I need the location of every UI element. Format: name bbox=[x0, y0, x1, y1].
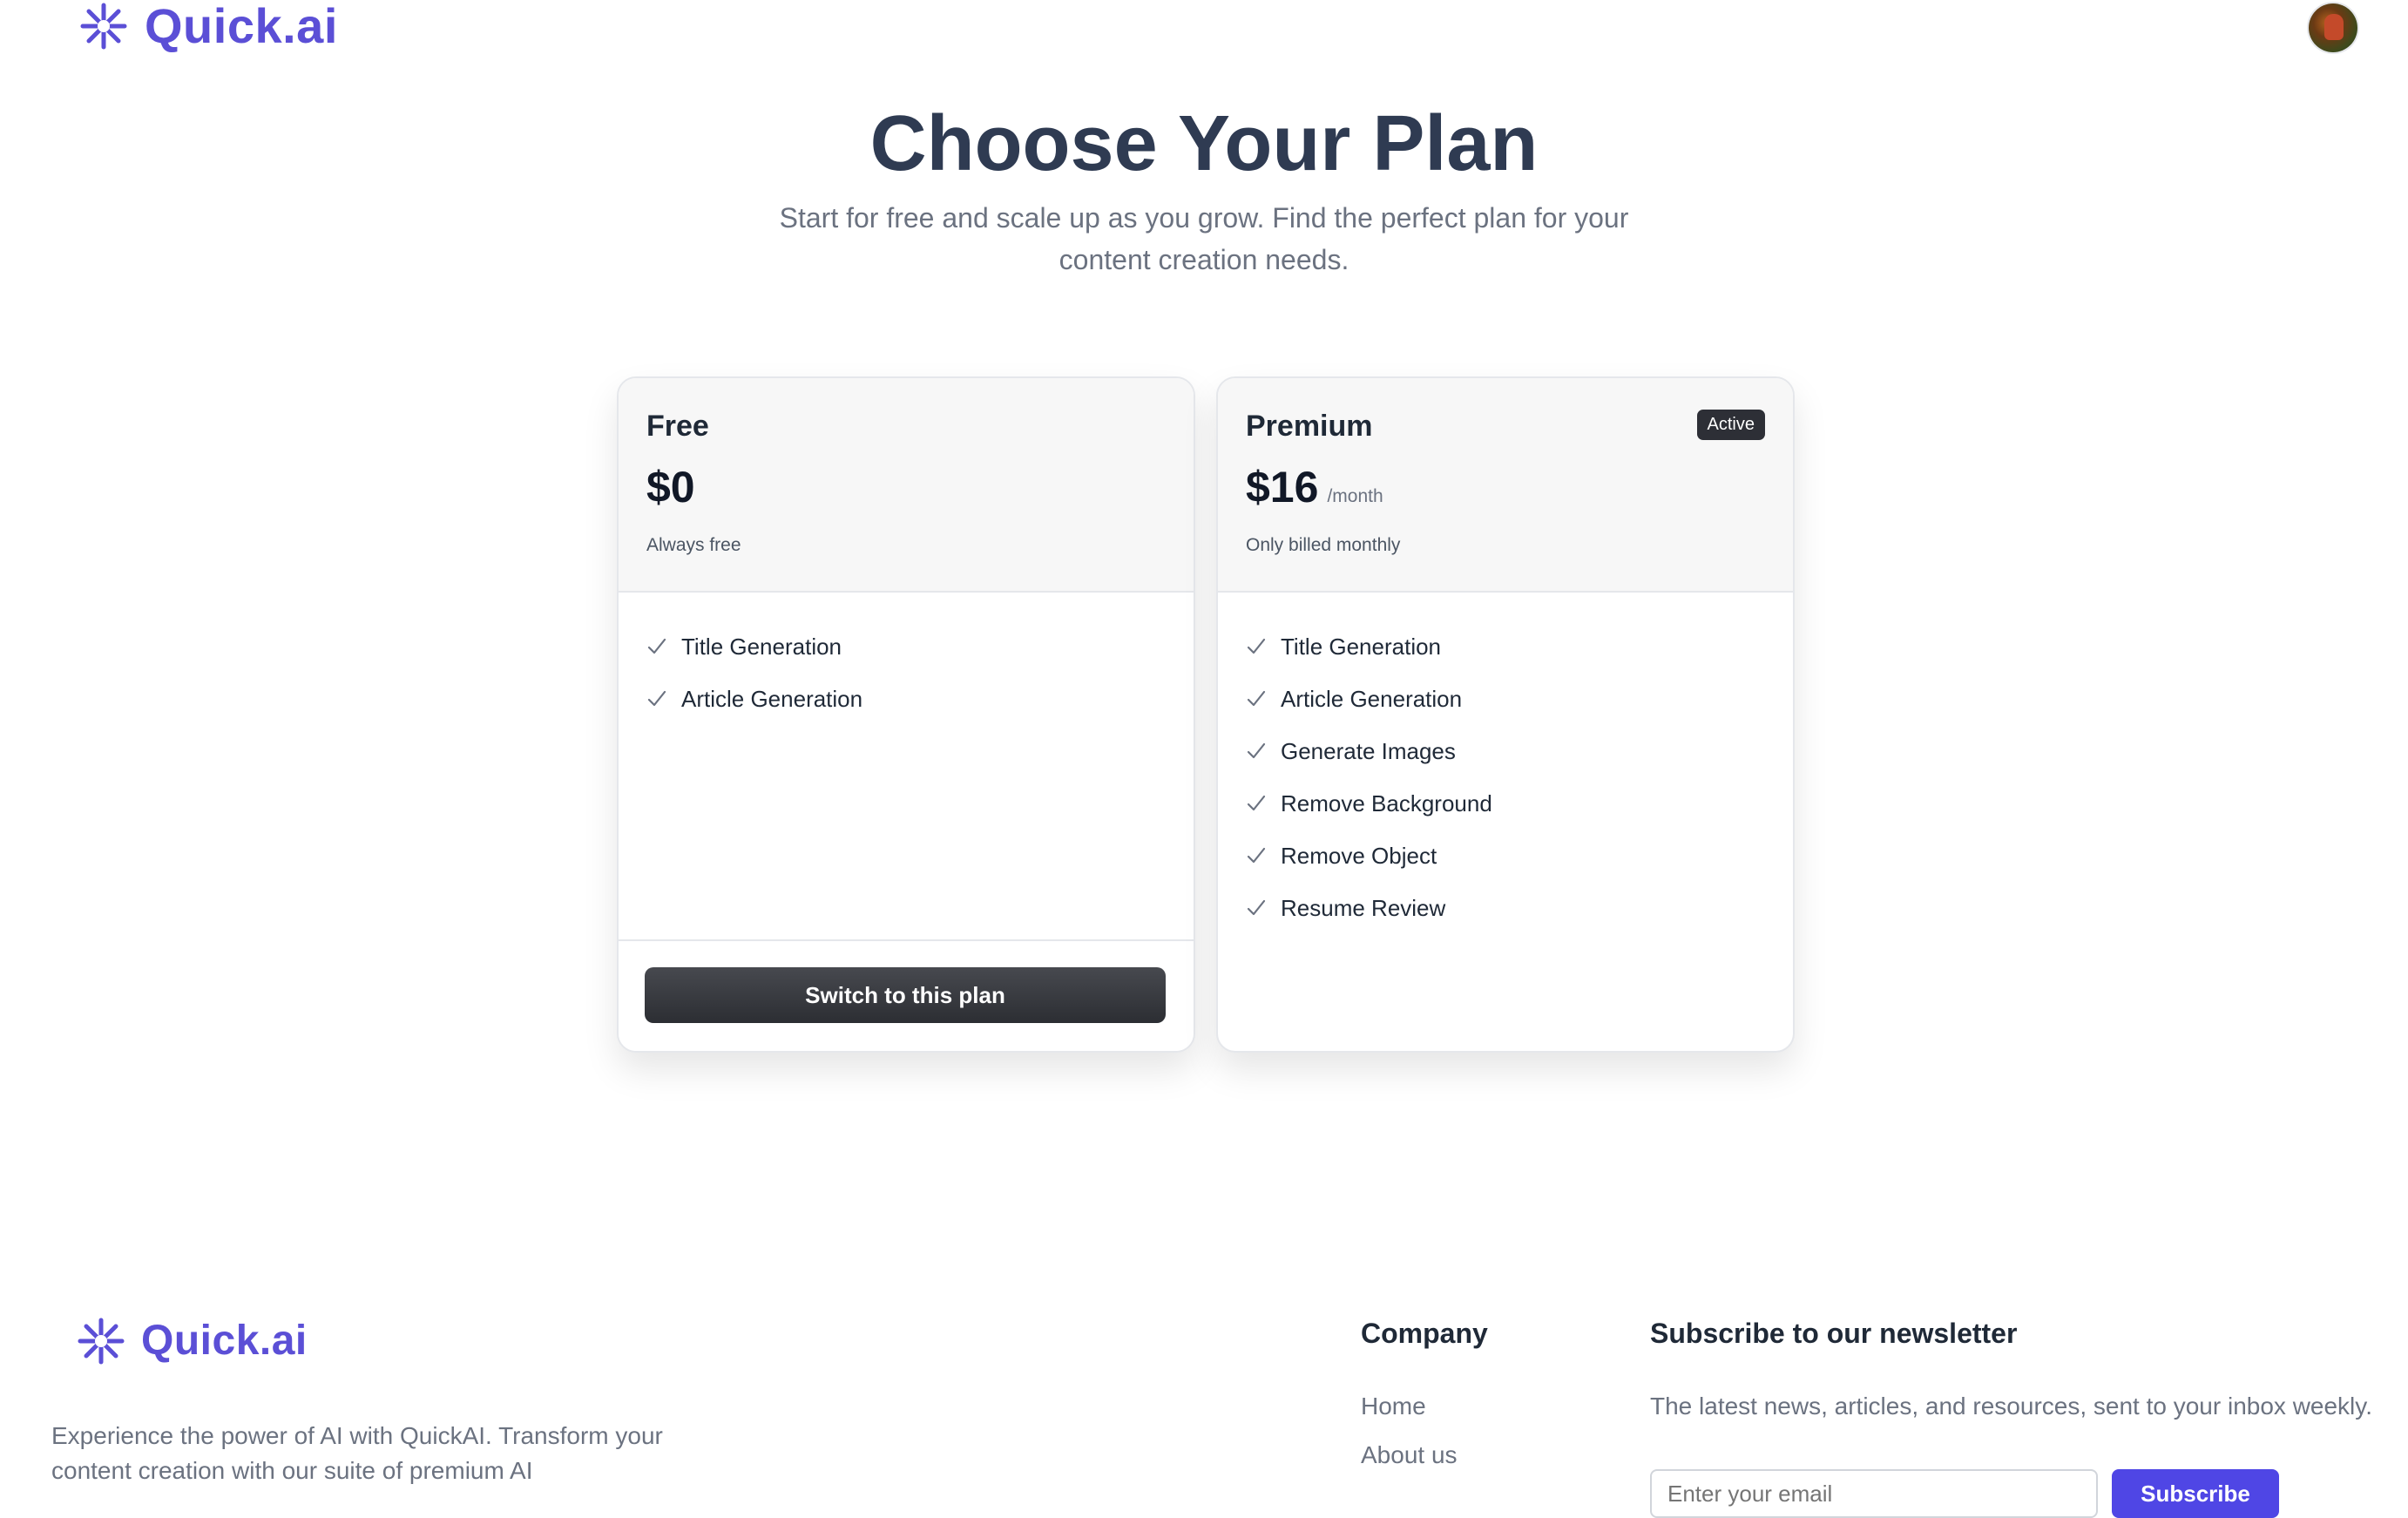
active-badge: Active bbox=[1696, 410, 1765, 440]
feature-label: Title Generation bbox=[1281, 633, 1442, 660]
check-icon bbox=[1247, 742, 1266, 759]
feature-item: Article Generation bbox=[646, 673, 862, 725]
footer-description: Experience the power of AI with QuickAI.… bbox=[51, 1422, 663, 1484]
newsletter-email-input[interactable] bbox=[1650, 1469, 2098, 1518]
page-subtitle: Start for free and scale up as you grow.… bbox=[779, 202, 1629, 275]
feature-item: Resume Review bbox=[1246, 882, 1492, 934]
asterisk-star-icon bbox=[78, 1318, 125, 1365]
check-icon bbox=[1247, 795, 1266, 811]
feature-label: Article Generation bbox=[681, 685, 863, 712]
feature-label: Remove Object bbox=[1281, 842, 1437, 869]
check-icon bbox=[1247, 638, 1266, 654]
page-title: Choose Your Plan bbox=[869, 100, 1539, 187]
check-icon bbox=[1247, 690, 1266, 707]
footer-brand-name: Quick.ai bbox=[141, 1318, 308, 1364]
plan-name: Premium bbox=[1246, 410, 1373, 443]
plan-price-row: $16 /month bbox=[1246, 462, 1383, 512]
check-icon bbox=[1247, 847, 1266, 864]
feature-item: Article Generation bbox=[1246, 673, 1492, 725]
feature-item: Generate Images bbox=[1246, 725, 1492, 777]
plan-features: Title Generation Article Generation Gene… bbox=[1246, 620, 1492, 934]
feature-item: Remove Background bbox=[1246, 777, 1492, 830]
feature-item: Remove Object bbox=[1246, 830, 1492, 882]
newsletter-description: The latest news, articles, and resources… bbox=[1650, 1393, 2372, 1420]
subscribe-button[interactable]: Subscribe bbox=[2112, 1469, 2279, 1518]
check-icon bbox=[1247, 899, 1266, 916]
plan-price-row: $0 bbox=[646, 462, 695, 512]
plan-features: Title Generation Article Generation bbox=[646, 620, 862, 725]
user-avatar[interactable] bbox=[2309, 3, 2357, 52]
check-icon bbox=[647, 638, 666, 654]
plan-period: /month bbox=[1327, 486, 1383, 506]
feature-item: Title Generation bbox=[646, 620, 862, 673]
plan-card-header: Premium Active $16 /month Only billed mo… bbox=[1218, 378, 1793, 593]
feature-item: Title Generation bbox=[1246, 620, 1492, 673]
footer-link-about[interactable]: About us bbox=[1361, 1441, 1458, 1469]
feature-label: Resume Review bbox=[1281, 894, 1446, 921]
footer-logo[interactable]: Quick.ai bbox=[73, 1312, 308, 1370]
header-logo[interactable]: Quick.ai bbox=[75, 0, 338, 52]
switch-plan-button[interactable]: Switch to this plan bbox=[645, 967, 1166, 1023]
footer-link-home[interactable]: Home bbox=[1361, 1393, 1426, 1420]
newsletter-title: Subscribe to our newsletter bbox=[1650, 1318, 2018, 1349]
plan-card-header: Free $0 Always free bbox=[619, 378, 1194, 593]
plan-price: $0 bbox=[646, 463, 695, 512]
feature-label: Remove Background bbox=[1281, 789, 1492, 817]
plan-card-free: Free $0 Always free Title Generation Art… bbox=[617, 376, 1195, 1053]
plan-card-footer: Switch to this plan bbox=[619, 939, 1194, 1051]
check-icon bbox=[647, 690, 666, 707]
feature-label: Title Generation bbox=[681, 633, 842, 660]
plan-note: Only billed monthly bbox=[1246, 535, 1401, 555]
feature-label: Article Generation bbox=[1281, 685, 1463, 712]
feature-label: Generate Images bbox=[1281, 737, 1456, 764]
plan-card-premium: Premium Active $16 /month Only billed mo… bbox=[1216, 376, 1795, 1053]
plan-note: Always free bbox=[646, 535, 741, 555]
brand-name: Quick.ai bbox=[145, 0, 338, 53]
plan-name: Free bbox=[646, 410, 709, 443]
footer-company-title: Company bbox=[1361, 1318, 1488, 1349]
plan-price: $16 bbox=[1246, 463, 1319, 512]
asterisk-star-icon bbox=[80, 3, 127, 50]
